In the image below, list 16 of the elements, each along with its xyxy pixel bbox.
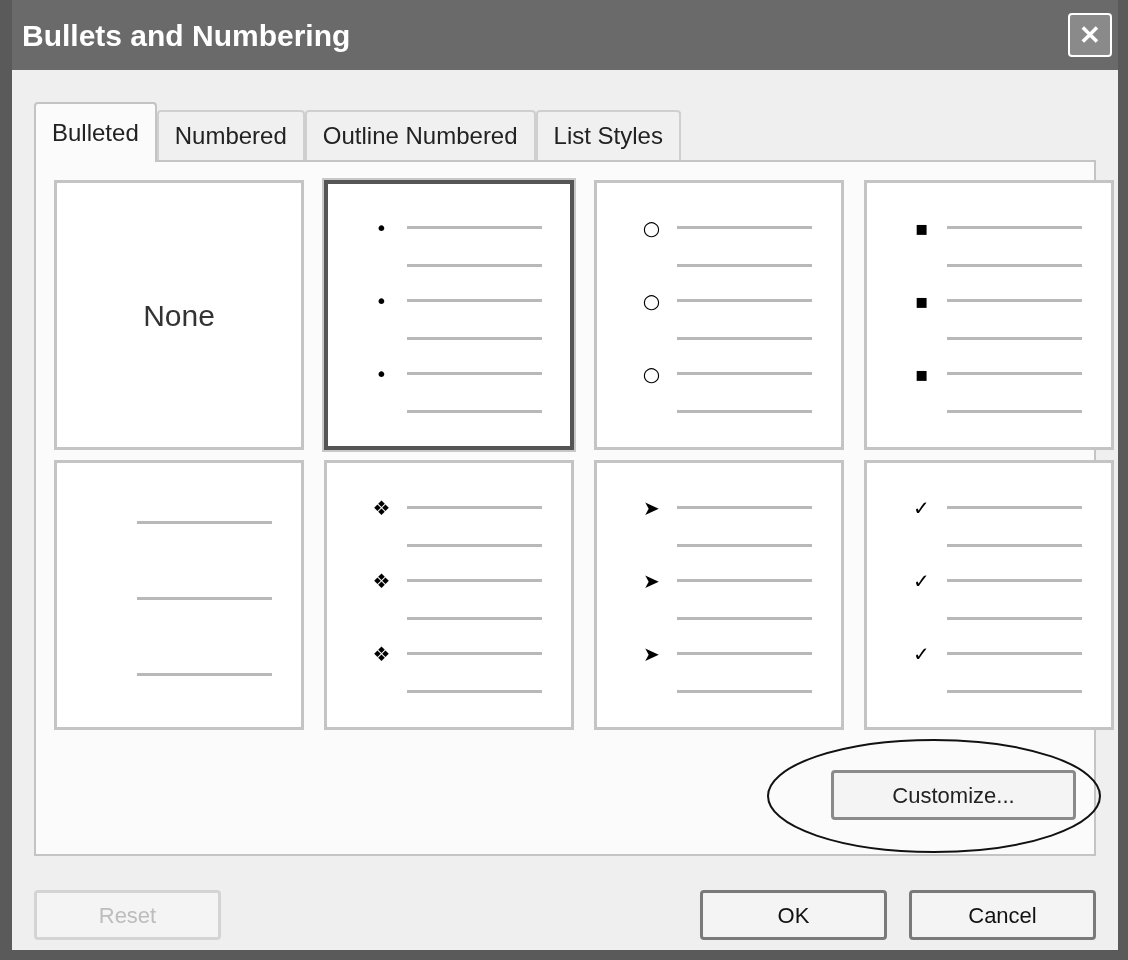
bullet-style-option[interactable]: ➤ ➤ ➤ (594, 460, 844, 730)
dialog-button[interactable]: Cancel (909, 890, 1096, 940)
bullet-style-option[interactable]: None (54, 180, 304, 450)
bullet-style-option[interactable]: ✓ ✓ ✓ (864, 460, 1114, 730)
bullet-style-option[interactable] (54, 460, 304, 730)
customize-button[interactable]: Customize... (831, 770, 1076, 820)
tab[interactable]: Bulleted (34, 102, 157, 162)
tab[interactable]: Numbered (156, 110, 305, 160)
bullet-style-option[interactable]: • • • (324, 180, 574, 450)
bullet-style-option[interactable]: ▪ ▪ ▪ (864, 180, 1114, 450)
window-title: Bullets and Numbering (22, 17, 351, 54)
tab[interactable]: List Styles (535, 110, 681, 160)
bullet-style-option[interactable]: ○ ○ ○ (594, 180, 844, 450)
bullet-style-option[interactable]: ❖ ❖ ❖ (324, 460, 574, 730)
tab[interactable]: Outline Numbered (304, 110, 536, 160)
dialog-button[interactable]: OK (700, 890, 887, 940)
